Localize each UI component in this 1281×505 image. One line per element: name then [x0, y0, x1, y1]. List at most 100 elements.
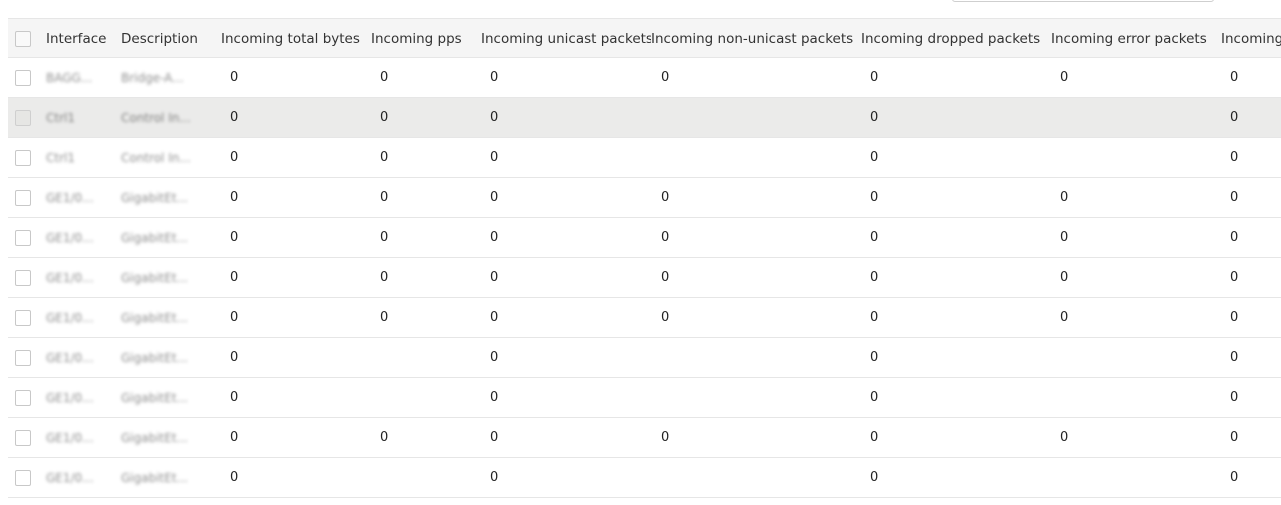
table-row[interactable]: GE1/0... GigabitEt... 0 0 0 0 0 0 0 — [8, 258, 1281, 298]
row-checkbox[interactable] — [15, 350, 31, 366]
incoming-dropped-packets-cell: 0 — [870, 150, 879, 165]
incoming-total-bytes-cell: 0 — [230, 150, 239, 165]
incoming-pps-cell — [371, 338, 481, 378]
incoming-unicast-packets-cell: 0 — [490, 430, 499, 445]
description-cell: GigabitEt... — [121, 471, 188, 485]
description-cell: Bridge-A... — [121, 71, 184, 85]
column-header-interface[interactable]: Interface — [46, 19, 116, 59]
incoming-non-unicast-packets-cell — [651, 378, 861, 418]
table-row[interactable]: GE1/0... GigabitEt... 0 0 0 0 0 0 0 — [8, 298, 1281, 338]
incoming-more-cell: 0 — [1230, 430, 1239, 445]
incoming-error-packets-cell: 0 — [1060, 310, 1069, 325]
incoming-error-packets-cell: 0 — [1060, 230, 1069, 245]
incoming-total-bytes-cell: 0 — [230, 430, 239, 445]
incoming-total-bytes-cell: 0 — [230, 390, 239, 405]
incoming-dropped-packets-cell: 0 — [870, 350, 879, 365]
row-checkbox[interactable] — [15, 470, 31, 486]
column-header-description[interactable]: Description — [121, 19, 216, 59]
incoming-error-packets-cell: 0 — [1060, 190, 1069, 205]
incoming-unicast-packets-cell: 0 — [490, 70, 499, 85]
incoming-non-unicast-packets-cell: 0 — [661, 70, 670, 85]
row-checkbox[interactable] — [15, 230, 31, 246]
incoming-total-bytes-cell: 0 — [230, 110, 239, 125]
incoming-unicast-packets-cell: 0 — [490, 350, 499, 365]
incoming-pps-cell: 0 — [380, 270, 389, 285]
incoming-non-unicast-packets-cell — [651, 98, 861, 138]
table-row[interactable]: Ctrl1 Control In... 0 0 0 0 0 — [8, 98, 1281, 138]
incoming-error-packets-cell: 0 — [1060, 270, 1069, 285]
incoming-pps-cell — [371, 378, 481, 418]
incoming-unicast-packets-cell: 0 — [490, 190, 499, 205]
row-checkbox[interactable] — [15, 310, 31, 326]
incoming-non-unicast-packets-cell — [651, 338, 861, 378]
incoming-error-packets-cell: 0 — [1060, 70, 1069, 85]
interface-name-cell: GE1/0... — [46, 391, 94, 405]
incoming-dropped-packets-cell: 0 — [870, 310, 879, 325]
incoming-total-bytes-cell: 0 — [230, 270, 239, 285]
select-all-checkbox[interactable] — [15, 31, 31, 47]
incoming-dropped-packets-cell: 0 — [870, 110, 879, 125]
incoming-pps-cell — [371, 458, 481, 498]
incoming-dropped-packets-cell: 0 — [870, 430, 879, 445]
interface-name-cell: BAGG... — [46, 71, 93, 85]
interface-statistics-table: Interface Description Incoming total byt… — [8, 18, 1281, 498]
table-row[interactable]: GE1/0... GigabitEt... 0 0 0 0 — [8, 458, 1281, 498]
incoming-more-cell: 0 — [1230, 70, 1239, 85]
incoming-dropped-packets-cell: 0 — [870, 70, 879, 85]
description-cell: GigabitEt... — [121, 311, 188, 325]
incoming-total-bytes-cell: 0 — [230, 70, 239, 85]
table-row[interactable]: BAGG... Bridge-A... 0 0 0 0 0 0 0 — [8, 58, 1281, 98]
table-row[interactable]: GE1/0... GigabitEt... 0 0 0 0 — [8, 378, 1281, 418]
column-header-incoming-non-unicast-packets[interactable]: Incoming non-unicast packets — [651, 19, 861, 59]
table-row[interactable]: GE1/0... GigabitEt... 0 0 0 0 0 0 0 — [8, 178, 1281, 218]
incoming-dropped-packets-cell: 0 — [870, 190, 879, 205]
incoming-total-bytes-cell: 0 — [230, 230, 239, 245]
column-header-incoming-more[interactable]: Incoming — [1221, 19, 1281, 59]
incoming-error-packets-cell — [1051, 338, 1221, 378]
column-header-incoming-dropped-packets[interactable]: Incoming dropped packets — [861, 19, 1051, 59]
row-checkbox[interactable] — [15, 150, 31, 166]
row-checkbox[interactable] — [15, 70, 31, 86]
table-row[interactable]: GE1/0... GigabitEt... 0 0 0 0 0 0 0 — [8, 418, 1281, 458]
incoming-unicast-packets-cell: 0 — [490, 150, 499, 165]
incoming-dropped-packets-cell: 0 — [870, 390, 879, 405]
row-checkbox[interactable] — [15, 430, 31, 446]
incoming-pps-cell: 0 — [380, 430, 389, 445]
description-cell: GigabitEt... — [121, 231, 188, 245]
table-row[interactable]: GE1/0... GigabitEt... 0 0 0 0 0 0 0 — [8, 218, 1281, 258]
column-header-incoming-total-bytes[interactable]: Incoming total bytes — [221, 19, 371, 59]
incoming-dropped-packets-cell: 0 — [870, 230, 879, 245]
incoming-more-cell: 0 — [1230, 350, 1239, 365]
incoming-non-unicast-packets-cell: 0 — [661, 190, 670, 205]
table-row[interactable]: GE1/0... GigabitEt... 0 0 0 0 — [8, 338, 1281, 378]
row-checkbox[interactable] — [15, 270, 31, 286]
incoming-unicast-packets-cell: 0 — [490, 270, 499, 285]
description-cell: Control In... — [121, 111, 191, 125]
column-header-incoming-error-packets[interactable]: Incoming error packets — [1051, 19, 1221, 59]
incoming-pps-cell: 0 — [380, 110, 389, 125]
row-checkbox[interactable] — [15, 110, 31, 126]
incoming-error-packets-cell — [1051, 138, 1221, 178]
incoming-error-packets-cell — [1051, 458, 1221, 498]
interface-name-cell: GE1/0... — [46, 191, 94, 205]
column-header-incoming-unicast-packets[interactable]: Incoming unicast packets — [481, 19, 651, 59]
incoming-non-unicast-packets-cell: 0 — [661, 310, 670, 325]
incoming-non-unicast-packets-cell: 0 — [661, 270, 670, 285]
incoming-error-packets-cell — [1051, 378, 1221, 418]
incoming-pps-cell: 0 — [380, 310, 389, 325]
row-checkbox[interactable] — [15, 390, 31, 406]
interface-name-cell: Ctrl1 — [46, 111, 75, 125]
incoming-non-unicast-packets-cell — [651, 458, 861, 498]
description-cell: Control In... — [121, 151, 191, 165]
table-row[interactable]: Ctrl1 Control In... 0 0 0 0 0 — [8, 138, 1281, 178]
search-input[interactable] — [952, 0, 1214, 2]
interface-name-cell: GE1/0... — [46, 231, 94, 245]
column-header-incoming-pps[interactable]: Incoming pps — [371, 19, 481, 59]
incoming-total-bytes-cell: 0 — [230, 470, 239, 485]
incoming-pps-cell: 0 — [380, 150, 389, 165]
incoming-pps-cell: 0 — [380, 190, 389, 205]
description-cell: GigabitEt... — [121, 351, 188, 365]
row-checkbox[interactable] — [15, 190, 31, 206]
incoming-total-bytes-cell: 0 — [230, 190, 239, 205]
incoming-more-cell: 0 — [1230, 270, 1239, 285]
